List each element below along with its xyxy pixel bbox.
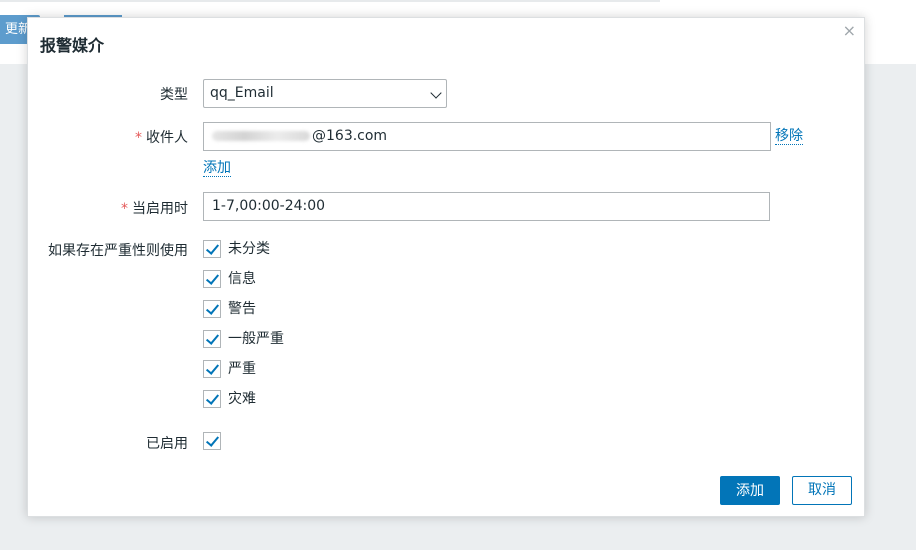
remove-recipient-link[interactable]: 移除 [775, 128, 803, 145]
add-button[interactable]: 添加 [720, 476, 780, 505]
media-dialog: 报警媒介 × 类型 qq_Email * 收件人 @163.com 移除 添加 *… [27, 17, 865, 517]
when-active-label-text: 当启用时 [132, 201, 188, 217]
checkbox-checked[interactable] [203, 300, 221, 318]
type-select-value: qq_Email [210, 85, 274, 101]
type-select[interactable]: qq_Email [203, 79, 447, 108]
close-icon[interactable]: × [843, 21, 856, 40]
severity-label-item: 灾难 [228, 391, 256, 407]
redacted-email-prefix [212, 131, 310, 141]
enabled-checkbox[interactable] [203, 432, 221, 450]
background-divider [0, 0, 660, 2]
checkbox-checked[interactable] [203, 270, 221, 288]
recipient-input[interactable]: @163.com [203, 122, 771, 151]
dialog-title: 报警媒介 [40, 36, 105, 55]
checkbox-checked[interactable] [203, 240, 221, 258]
severity-label-item: 严重 [228, 361, 256, 377]
severity-label-item: 警告 [228, 301, 256, 317]
chevron-down-icon [430, 87, 442, 99]
recipient-value: @163.com [312, 128, 388, 144]
checkbox-checked[interactable] [203, 360, 221, 378]
recipient-label: * 收件人 [135, 127, 188, 147]
severity-label: 如果存在严重性则使用 [48, 243, 188, 259]
add-recipient-link[interactable]: 添加 [203, 160, 231, 177]
severity-label-item: 信息 [228, 271, 256, 287]
when-active-input[interactable]: 1-7,00:00-24:00 [203, 192, 770, 221]
checkbox-checked[interactable] [203, 330, 221, 348]
recipient-label-text: 收件人 [146, 130, 188, 146]
when-active-label: * 当启用时 [121, 198, 188, 218]
type-label: 类型 [160, 87, 188, 103]
checkbox-checked[interactable] [203, 390, 221, 408]
severity-label-item: 一般严重 [228, 331, 284, 347]
required-mark: * [121, 201, 128, 217]
enabled-label: 已启用 [146, 436, 188, 452]
cancel-button[interactable]: 取消 [792, 476, 852, 505]
required-mark: * [135, 130, 142, 146]
severity-label-item: 未分类 [228, 241, 270, 257]
